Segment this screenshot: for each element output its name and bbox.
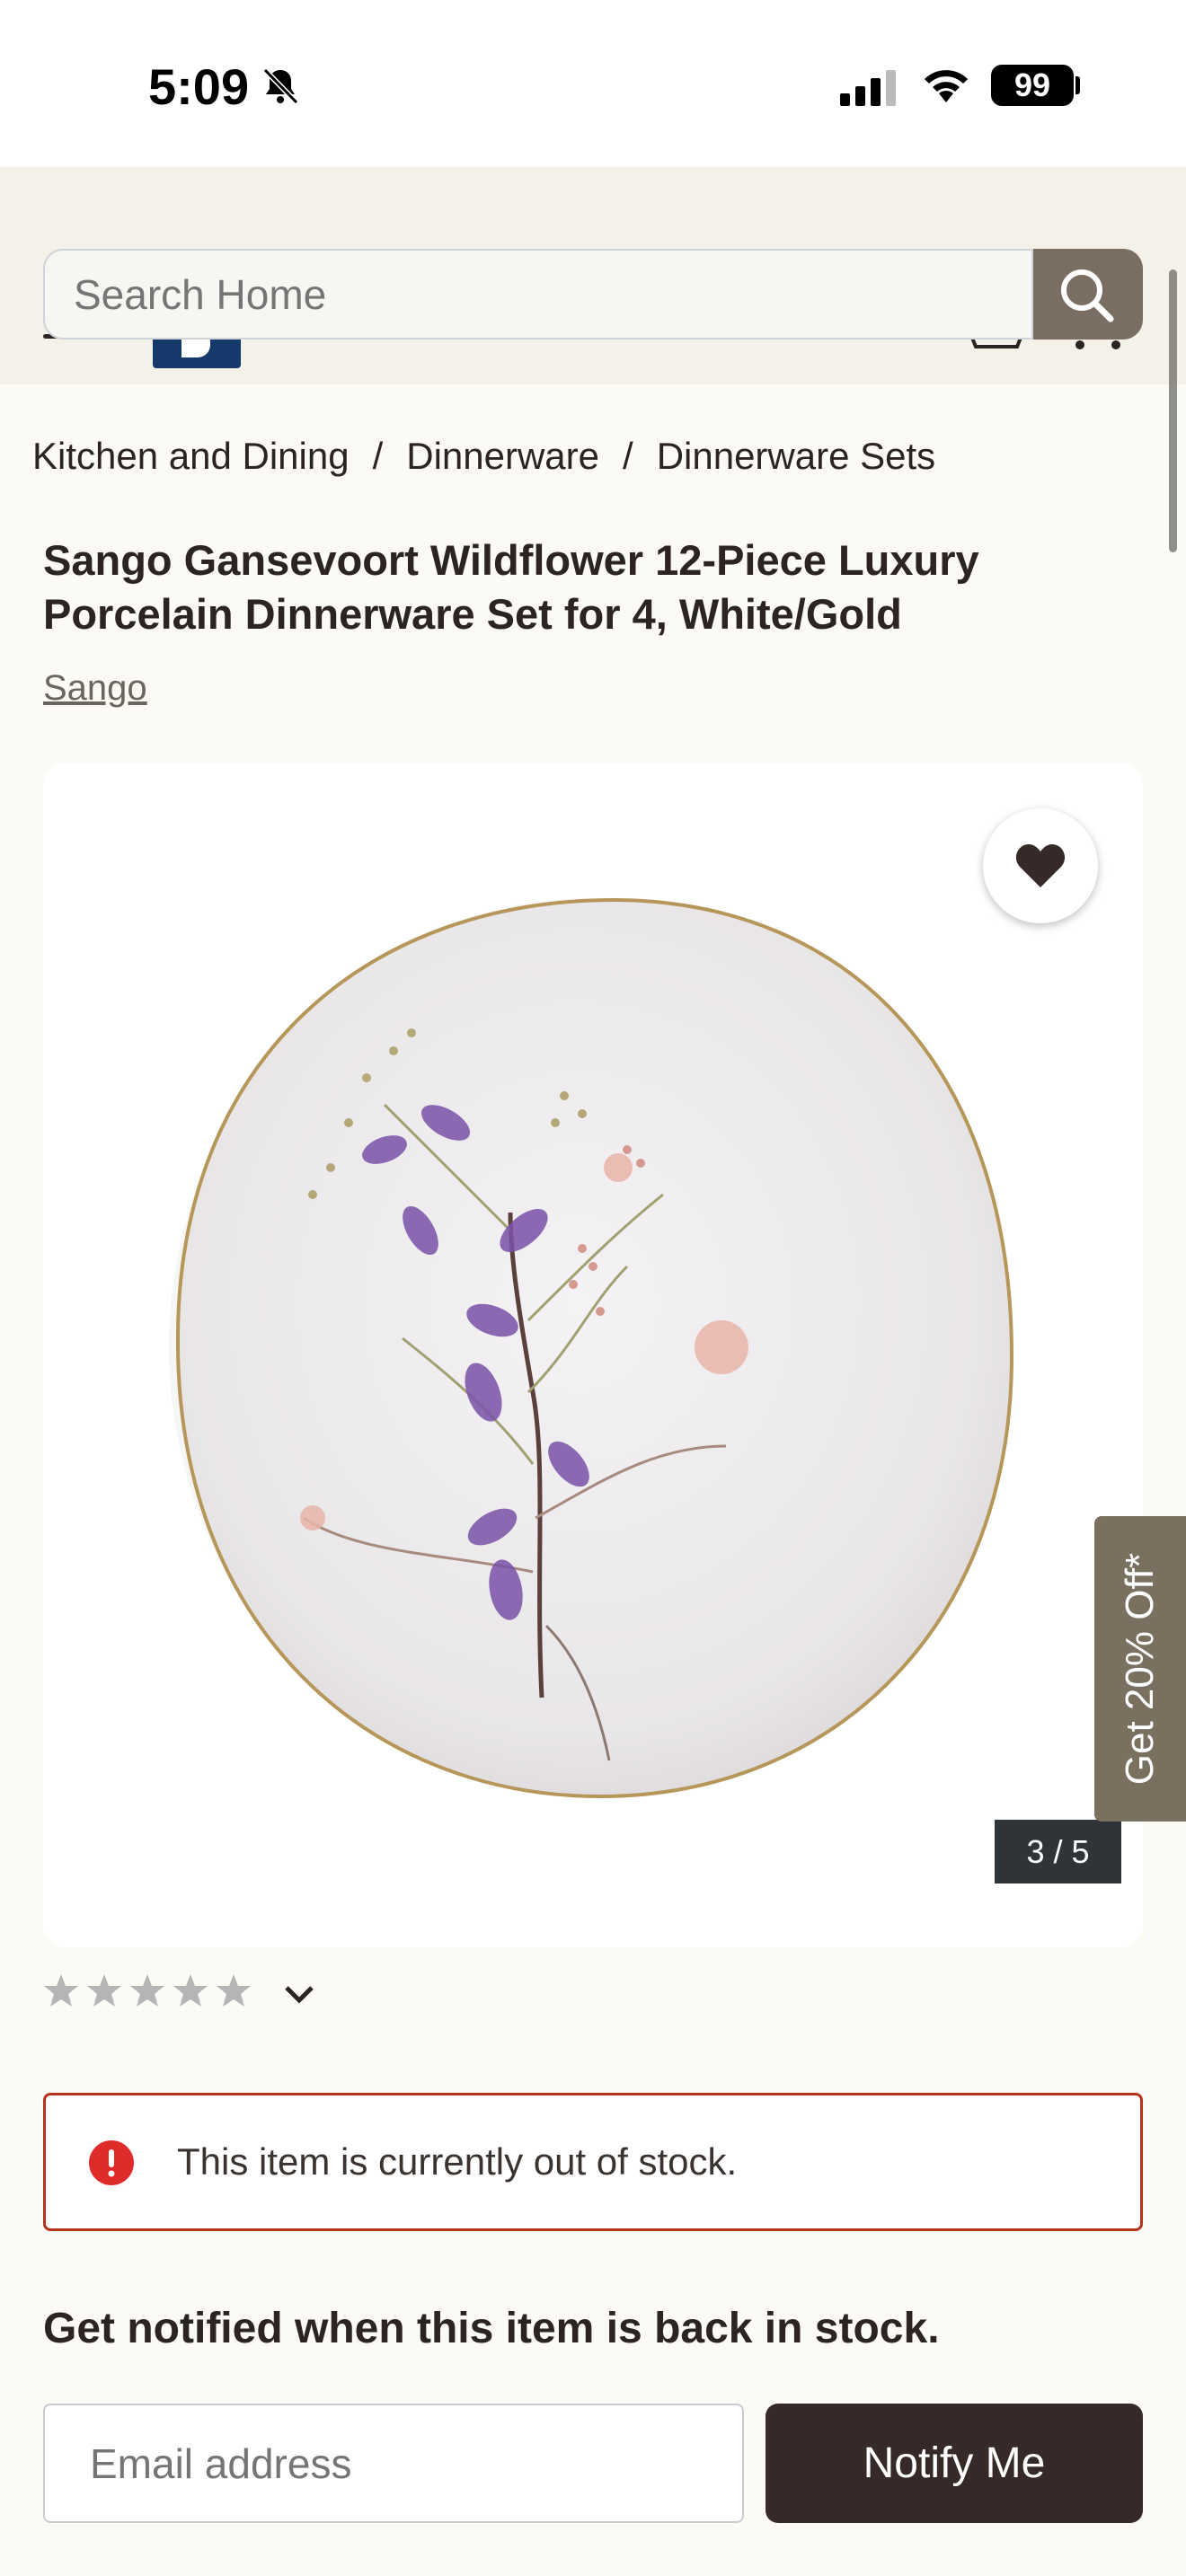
alert-message: This item is currently out of stock. (177, 2140, 738, 2183)
breadcrumb-item-kitchen[interactable]: Kitchen and Dining (32, 435, 350, 477)
notify-me-button[interactable]: Notify Me (766, 2404, 1143, 2523)
breadcrumb: Kitchen and Dining / Dinnerware / Dinnerware… (32, 435, 935, 478)
breadcrumb-item-dinnerware[interactable]: Dinnerware (406, 435, 599, 477)
star-icon (130, 1974, 164, 2007)
product-title: Sango Gansevoort Wildflower 12-Piece Lux… (43, 536, 979, 638)
status-time: 5:09 (148, 58, 250, 115)
status-bar: 5:09 99 (0, 0, 1186, 167)
search-icon (1061, 269, 1114, 322)
star-icon (173, 1974, 208, 2007)
rating-stars[interactable] (43, 1972, 259, 2008)
brand-link[interactable]: Sango (43, 668, 147, 709)
alert-icon (89, 2140, 134, 2185)
favorite-button[interactable] (983, 808, 1098, 923)
search-input[interactable] (43, 249, 1033, 340)
heart-icon (1015, 844, 1066, 887)
bell-slash-icon (262, 67, 299, 105)
product-image (169, 897, 1014, 1799)
product-image-carousel[interactable] (43, 763, 1143, 1947)
cellular-signal-icon (840, 70, 896, 106)
email-field[interactable] (43, 2404, 744, 2523)
star-icon (44, 1974, 78, 2007)
wifi-icon (925, 70, 968, 102)
star-icon (87, 1974, 121, 2007)
notify-heading: Get notified when this item is back in s… (43, 2305, 940, 2352)
breadcrumb-separator: / (372, 435, 384, 477)
image-counter: 3 / 5 (995, 1820, 1121, 1883)
battery-indicator: 99 (991, 65, 1074, 106)
promo-tab[interactable]: Get 20% Off* (1094, 1516, 1186, 1822)
out-of-stock-alert: This item is currently out of stock. (43, 2093, 1143, 2231)
battery-tip (1075, 76, 1080, 94)
star-icon (217, 1974, 251, 2007)
breadcrumb-item-dinnerware-sets[interactable]: Dinnerware Sets (657, 435, 935, 477)
promo-tab-label: Get 20% Off* (1118, 1552, 1162, 1786)
search-button[interactable] (1033, 249, 1143, 340)
breadcrumb-separator: / (623, 435, 633, 477)
scrollbar[interactable] (1169, 269, 1177, 552)
chevron-down-icon[interactable] (284, 1985, 314, 2005)
